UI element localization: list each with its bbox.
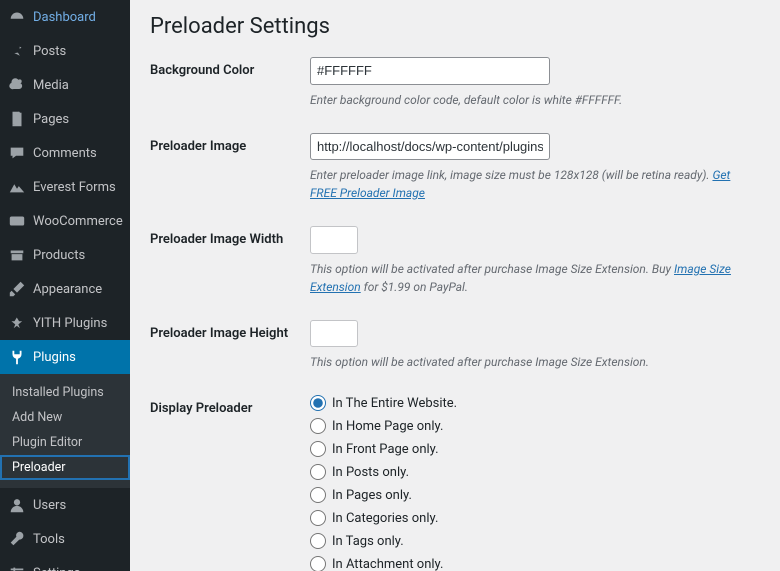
display-preloader-label: Display Preloader: [150, 395, 310, 416]
display-radio-5[interactable]: [310, 510, 326, 526]
display-radio-3[interactable]: [310, 464, 326, 480]
img-height-label: Preloader Image Height: [150, 320, 310, 341]
img-height-hint: This option will be activated after purc…: [310, 353, 760, 371]
wrench-icon: [7, 529, 27, 549]
sidebar-item-label: Comments: [33, 146, 97, 161]
display-option-label: In Attachment only.: [332, 557, 443, 571]
display-option-7[interactable]: In Attachment only.: [310, 556, 760, 571]
sidebar-item-label: Everest Forms: [33, 180, 116, 195]
img-width-hint: This option will be activated after purc…: [310, 260, 760, 296]
display-option-label: In Posts only.: [332, 465, 409, 480]
sidebar-item-label: Dashboard: [33, 10, 96, 25]
display-option-3[interactable]: In Posts only.: [310, 464, 760, 480]
sidebar-item-everest-forms[interactable]: Everest Forms: [0, 170, 130, 204]
sidebar-item-label: Products: [33, 248, 85, 263]
display-option-label: In Home Page only.: [332, 419, 443, 434]
archive-icon: [7, 245, 27, 265]
bg-color-label: Background Color: [150, 57, 310, 78]
sidebar-item-label: Media: [33, 78, 69, 93]
display-radio-1[interactable]: [310, 418, 326, 434]
sidebar-item-users[interactable]: Users: [0, 488, 130, 522]
sidebar-item-label: Tools: [33, 532, 65, 547]
img-height-input: [310, 320, 358, 348]
display-radio-2[interactable]: [310, 441, 326, 457]
sidebar-item-settings[interactable]: Settings: [0, 556, 130, 571]
submenu-item-installed-plugins[interactable]: Installed Plugins: [0, 380, 130, 405]
sidebar-item-label: Plugins: [33, 350, 76, 365]
display-option-0[interactable]: In The Entire Website.: [310, 395, 760, 411]
display-option-1[interactable]: In Home Page only.: [310, 418, 760, 434]
sidebar-item-label: Pages: [33, 112, 69, 127]
sidebar-item-label: Users: [33, 498, 66, 513]
sidebar-item-label: Settings: [33, 566, 80, 571]
sidebar-item-appearance[interactable]: Appearance: [0, 272, 130, 306]
display-option-label: In Pages only.: [332, 488, 412, 503]
pin-icon: [7, 41, 27, 61]
admin-sidebar: Dashboard Posts Media Pages Comments Everest …: [0, 0, 130, 571]
display-option-label: In Front Page only.: [332, 442, 439, 457]
display-option-6[interactable]: In Tags only.: [310, 533, 760, 549]
display-option-label: In Categories only.: [332, 511, 438, 526]
display-option-4[interactable]: In Pages only.: [310, 487, 760, 503]
page-icon: [7, 109, 27, 129]
sidebar-item-label: YITH Plugins: [33, 316, 107, 331]
preloader-image-label: Preloader Image: [150, 133, 310, 154]
mountain-icon: [7, 177, 27, 197]
sidebar-item-yith-plugins[interactable]: YITH Plugins: [0, 306, 130, 340]
comment-icon: [7, 143, 27, 163]
sidebar-item-comments[interactable]: Comments: [0, 136, 130, 170]
bg-color-hint: Enter background color code, default col…: [310, 91, 760, 109]
sidebar-item-dashboard[interactable]: Dashboard: [0, 0, 130, 34]
sidebar-item-woocommerce[interactable]: WooCommerce: [0, 204, 130, 238]
sidebar-item-label: Appearance: [33, 282, 102, 297]
display-radio-0[interactable]: [310, 395, 326, 411]
user-icon: [7, 495, 27, 515]
main-content: Preloader Settings Background Color Ente…: [130, 0, 780, 571]
preloader-image-input[interactable]: [310, 133, 550, 161]
sidebar-item-label: Posts: [33, 44, 66, 59]
sidebar-item-media[interactable]: Media: [0, 68, 130, 102]
sidebar-item-tools[interactable]: Tools: [0, 522, 130, 556]
sidebar-item-products[interactable]: Products: [0, 238, 130, 272]
woo-icon: [7, 211, 27, 231]
img-width-label: Preloader Image Width: [150, 226, 310, 247]
plug-icon: [7, 347, 27, 367]
bg-color-input[interactable]: [310, 57, 550, 85]
sidebar-item-plugins[interactable]: Plugins: [0, 340, 130, 374]
submenu-item-preloader[interactable]: Preloader: [0, 455, 130, 480]
display-radio-4[interactable]: [310, 487, 326, 503]
display-radio-7[interactable]: [310, 556, 326, 571]
sliders-icon: [7, 563, 27, 571]
page-title: Preloader Settings: [150, 14, 760, 39]
submenu-item-add-new[interactable]: Add New: [0, 405, 130, 430]
sidebar-item-pages[interactable]: Pages: [0, 102, 130, 136]
display-option-label: In Tags only.: [332, 534, 404, 549]
display-option-label: In The Entire Website.: [332, 396, 457, 411]
sidebar-item-posts[interactable]: Posts: [0, 34, 130, 68]
media-icon: [7, 75, 27, 95]
yith-icon: [7, 313, 27, 333]
display-option-5[interactable]: In Categories only.: [310, 510, 760, 526]
display-option-2[interactable]: In Front Page only.: [310, 441, 760, 457]
submenu-item-plugin-editor[interactable]: Plugin Editor: [0, 430, 130, 455]
brush-icon: [7, 279, 27, 299]
sidebar-item-label: WooCommerce: [33, 214, 123, 229]
display-radio-6[interactable]: [310, 533, 326, 549]
dashboard-icon: [7, 7, 27, 27]
img-width-input: [310, 226, 358, 254]
preloader-image-hint: Enter preloader image link, image size m…: [310, 166, 760, 202]
